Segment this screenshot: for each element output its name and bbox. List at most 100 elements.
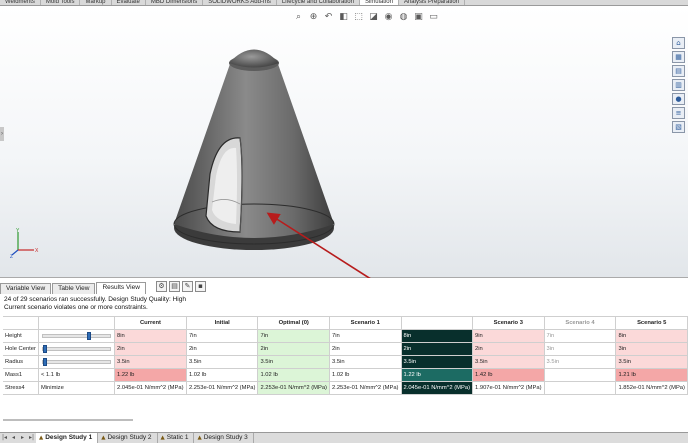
design-study-icon: ▲ bbox=[101, 435, 106, 441]
tab-results-view[interactable]: Results View bbox=[96, 282, 146, 294]
file-explorer-icon[interactable]: ▤ bbox=[672, 65, 685, 77]
cell-s5-radius: 3.5in bbox=[615, 355, 688, 369]
cell-s5-height: 8in bbox=[615, 329, 688, 343]
radius-slider-thumb[interactable] bbox=[42, 358, 47, 366]
hide-show-icon[interactable]: ◉ bbox=[382, 10, 395, 23]
tab-label: Design Study 3 bbox=[203, 434, 248, 441]
report-icon[interactable]: ▤ bbox=[169, 281, 180, 292]
forum-icon[interactable]: ▧ bbox=[672, 121, 685, 133]
height-slider-thumb[interactable] bbox=[87, 332, 92, 340]
svg-text:X: X bbox=[35, 248, 39, 254]
tab-design-study-1[interactable]: ▲ Design Study 1 bbox=[36, 433, 99, 443]
view-palette-icon[interactable]: ▥ bbox=[672, 79, 685, 91]
prev-tab-icon[interactable]: ◂ bbox=[9, 433, 18, 443]
options-gear-icon[interactable]: ⚙ bbox=[156, 281, 167, 292]
cell-initial-mass1: 1.02 lb bbox=[185, 368, 259, 382]
design-study-icon: ▲ bbox=[197, 435, 202, 441]
static-study-icon: ▲ bbox=[160, 435, 165, 441]
cell-s1-height: 7in bbox=[328, 329, 402, 343]
col-header-scenario-1[interactable]: Scenario 1 bbox=[328, 316, 402, 330]
save-icon[interactable]: ▪ bbox=[195, 281, 206, 292]
cell-current-hole-center: 2in bbox=[114, 342, 187, 356]
cell-s1-stress4: 2.253e-01 N/mm^2 (MPa) bbox=[328, 381, 402, 395]
cell-s5-stress4: 1.852e-01 N/mm^2 (MPa) bbox=[615, 381, 688, 395]
cell-s5-mass1: 1.21 lb bbox=[615, 368, 688, 382]
cell-optimal-mass1: 1.02 lb bbox=[257, 368, 330, 382]
results-table: Current Initial Optimal (0) Scenario 1 S… bbox=[3, 316, 688, 395]
display-style-icon[interactable]: ◪ bbox=[367, 10, 380, 23]
view-tabs: Variable View Table View Results View bbox=[0, 282, 147, 294]
expand-tree-handle[interactable]: › bbox=[0, 127, 4, 141]
row-label-height: Height bbox=[3, 329, 39, 343]
cell-s3-radius: 3.5in bbox=[472, 355, 545, 369]
previous-view-icon[interactable]: ↶ bbox=[322, 10, 335, 23]
tab-label: Design Study 1 bbox=[45, 434, 93, 441]
section-view-icon[interactable]: ◧ bbox=[337, 10, 350, 23]
cell-optimal-stress4: 2.253e-01 N/mm^2 (MPa) bbox=[257, 381, 330, 395]
cell-s1-radius: 3.5in bbox=[328, 355, 402, 369]
row-label-radius: Radius bbox=[3, 355, 39, 369]
table-row: Height 8in 7in 7in 7in 8in 9in 7in 8in bbox=[3, 329, 688, 343]
last-tab-icon[interactable]: ▸| bbox=[27, 433, 36, 443]
table-row: Stress4 Minimize 2.045e-01 N/mm^2 (MPa) … bbox=[3, 381, 688, 395]
cell-initial-radius: 3.5in bbox=[185, 355, 259, 369]
tab-static-1[interactable]: ▲ Static 1 bbox=[158, 433, 195, 443]
col-header-scenario-3[interactable]: Scenario 3 bbox=[472, 316, 545, 330]
cone-model[interactable] bbox=[160, 46, 360, 266]
col-header-optimal[interactable]: Optimal (0) bbox=[257, 316, 330, 330]
col-header-current[interactable]: Current bbox=[114, 316, 187, 330]
home-icon[interactable]: ⌂ bbox=[672, 37, 685, 49]
scene-icon[interactable]: ▣ bbox=[412, 10, 425, 23]
cell-optimal-height: 7in bbox=[257, 329, 330, 343]
cell-current-stress4: 2.045e-01 N/mm^2 (MPa) bbox=[114, 381, 187, 395]
table-row: Radius 3.5in 3.5in 3.5in 3.5in 3.5in 3.5… bbox=[3, 355, 688, 369]
cell-initial-hole-center: 2in bbox=[185, 342, 259, 356]
axis-triad: Y X Z bbox=[10, 228, 39, 258]
zoom-area-icon[interactable]: ⊕ bbox=[307, 10, 320, 23]
cell-s5-hole-center: 3in bbox=[615, 342, 688, 356]
tab-design-study-2[interactable]: ▲ Design Study 2 bbox=[98, 433, 158, 443]
stress4-goal[interactable]: Minimize bbox=[37, 381, 116, 395]
cell-initial-stress4: 2.253e-01 N/mm^2 (MPa) bbox=[185, 381, 259, 395]
status-line-2: Current scenario violates one or more co… bbox=[4, 304, 148, 311]
cell-s1-mass1: 1.02 lb bbox=[328, 368, 402, 382]
hole-center-slider[interactable] bbox=[37, 342, 116, 356]
cell-current-height: 8in bbox=[114, 329, 187, 343]
row-label-hole-center: Hole Center bbox=[3, 342, 39, 356]
search-icon[interactable]: ⌕ bbox=[292, 10, 305, 23]
study-status: 24 of 29 scenarios ran successfully. Des… bbox=[4, 296, 186, 312]
radius-slider[interactable] bbox=[37, 355, 116, 369]
task-pane-tabs: ⌂ ▦ ▤ ▥ ● ≡ ▧ bbox=[672, 37, 685, 133]
graphics-viewport[interactable]: ⌕ ⊕ ↶ ◧ ⬚ ◪ ◉ ◍ ▣ ▭ › ⌂ ▦ ▤ ▥ ● ≡ ▧ Y X … bbox=[0, 6, 688, 278]
col-header-scenario-2[interactable]: Scenario 2 bbox=[400, 316, 474, 330]
next-tab-icon[interactable]: ▸ bbox=[18, 433, 27, 443]
cell-s2-height: 8in bbox=[400, 329, 474, 343]
height-slider[interactable] bbox=[37, 329, 116, 343]
col-header-scenario-5[interactable]: Scenario 5 bbox=[615, 316, 688, 330]
col-header-initial[interactable]: Initial bbox=[185, 316, 259, 330]
col-header-scenario-4[interactable]: Scenario 4 bbox=[543, 316, 617, 330]
appearances-icon[interactable]: ● bbox=[672, 93, 685, 105]
cell-s3-stress4: 1.907e-01 N/mm^2 (MPa) bbox=[472, 381, 545, 395]
horizontal-scrollbar[interactable] bbox=[3, 419, 133, 421]
tab-design-study-3[interactable]: ▲ Design Study 3 bbox=[194, 433, 254, 443]
svg-text:Z: Z bbox=[10, 254, 13, 258]
design-study-panel: Variable View Table View Results View ⚙ … bbox=[0, 278, 688, 432]
view-orientation-icon[interactable]: ⬚ bbox=[352, 10, 365, 23]
cell-optimal-hole-center: 2in bbox=[257, 342, 330, 356]
study-tabs-bar: |◂ ◂ ▸ ▸| ▲ Design Study 1 ▲ Design Study … bbox=[0, 432, 688, 443]
display-settings-icon[interactable]: ▭ bbox=[427, 10, 440, 23]
tab-variable-view[interactable]: Variable View bbox=[0, 283, 52, 294]
tab-table-view[interactable]: Table View bbox=[52, 283, 96, 294]
custom-properties-icon[interactable]: ≡ bbox=[672, 107, 685, 119]
table-row: Mass1 < 1.1 lb 1.22 lb 1.02 lb 1.02 lb 1… bbox=[3, 368, 688, 382]
parts-icon[interactable]: ▦ bbox=[672, 51, 685, 63]
hole-center-slider-thumb[interactable] bbox=[42, 345, 47, 353]
mass1-constraint[interactable]: < 1.1 lb bbox=[37, 368, 116, 382]
table-row: Hole Center 2in 2in 2in 2in 2in 2in 3in … bbox=[3, 342, 688, 356]
appearance-icon[interactable]: ◍ bbox=[397, 10, 410, 23]
heads-up-toolbar: ⌕ ⊕ ↶ ◧ ⬚ ◪ ◉ ◍ ▣ ▭ bbox=[292, 10, 440, 24]
cell-s4-hole-center: 3in bbox=[543, 342, 617, 356]
edit-icon[interactable]: ✎ bbox=[182, 281, 193, 292]
first-tab-icon[interactable]: |◂ bbox=[0, 433, 9, 443]
